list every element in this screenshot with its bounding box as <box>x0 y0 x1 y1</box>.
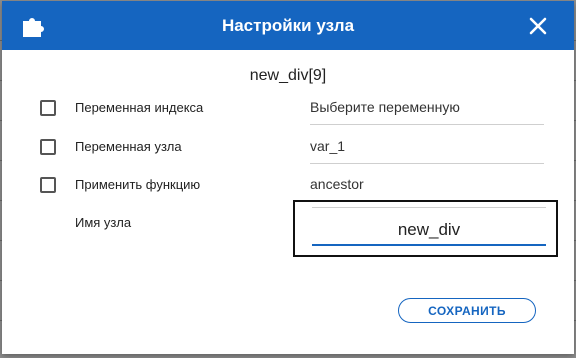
node-name-field-highlight <box>293 200 558 257</box>
dialog-title: Настройки узла <box>221 16 355 35</box>
dialog-titlebar: Настройки узла <box>2 1 574 50</box>
save-button[interactable]: СОХРАНИТЬ <box>398 298 536 323</box>
apply-function-underline <box>312 207 546 208</box>
row-index-variable: Переменная индекса Выберите переменную <box>2 95 574 125</box>
node-variable-select[interactable]: var_1 <box>310 138 345 154</box>
node-variable-label: Переменная узла <box>75 139 182 154</box>
close-icon[interactable] <box>528 16 548 36</box>
row-node-variable: Переменная узла var_1 <box>2 134 574 164</box>
index-variable-label: Переменная индекса <box>75 100 204 115</box>
apply-function-checkbox[interactable] <box>40 177 56 193</box>
node-name-input[interactable] <box>312 216 546 246</box>
index-variable-checkbox[interactable] <box>40 100 56 116</box>
node-name-label: Имя узла <box>75 215 132 230</box>
row-apply-function: Применить функцию ancestor <box>2 172 574 202</box>
index-variable-underline <box>310 124 544 125</box>
node-title: new_div[9] <box>249 67 327 84</box>
apply-function-label: Применить функцию <box>75 177 201 192</box>
node-variable-checkbox[interactable] <box>40 139 56 155</box>
node-settings-dialog: Настройки узла new_div[9] Переменная инд… <box>2 1 574 354</box>
node-variable-underline <box>310 163 544 164</box>
index-variable-select[interactable]: Выберите переменную <box>310 99 460 115</box>
apply-function-select[interactable]: ancestor <box>310 176 364 192</box>
